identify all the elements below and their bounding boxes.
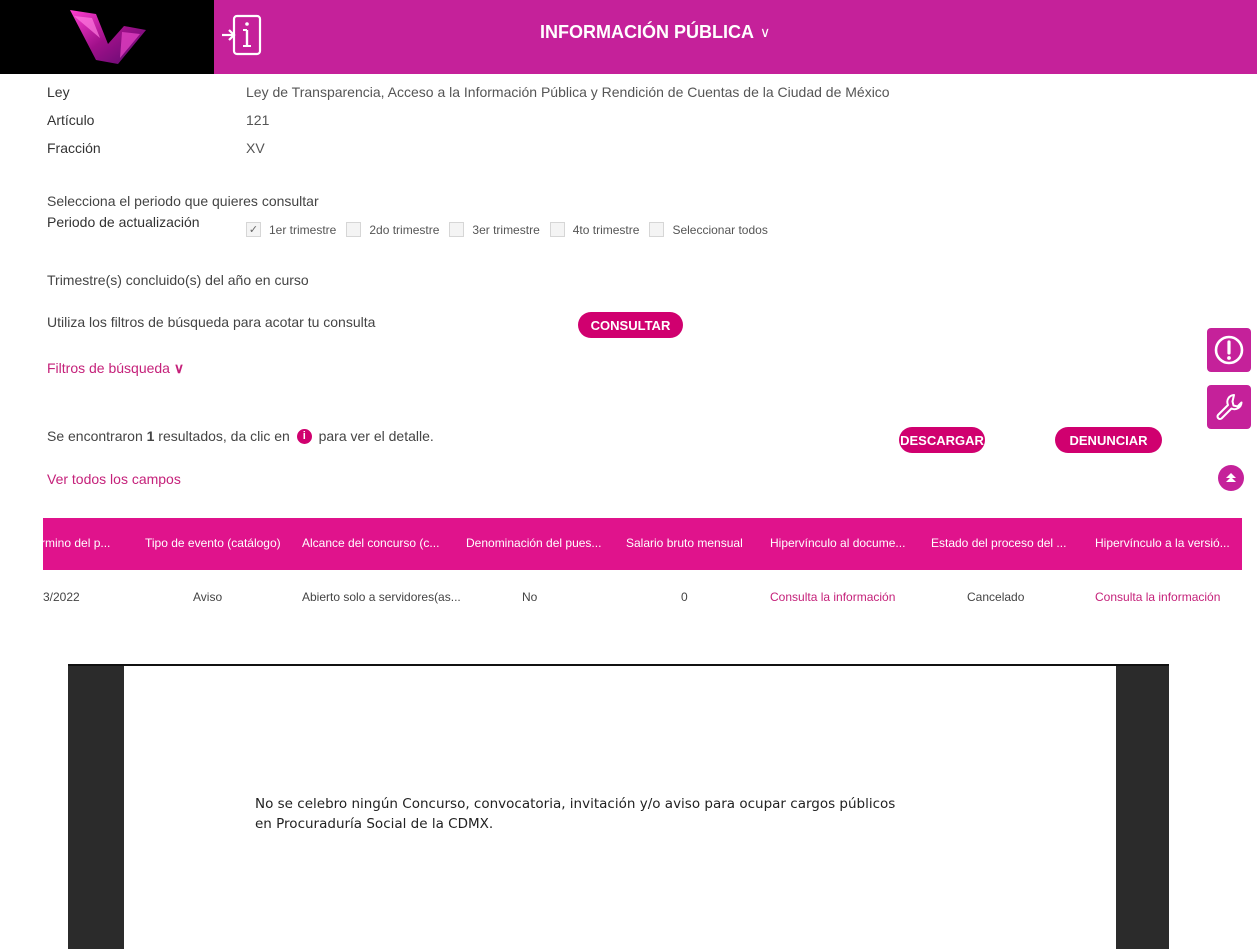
denunciar-button[interactable]: DENUNCIAR [1055,427,1162,453]
checkbox-1er-trimestre[interactable]: ✓ [246,222,261,237]
document-link[interactable]: Consulta la información [770,590,895,604]
exclamation-icon [1214,335,1244,365]
fraccion-label: Fracción [47,140,101,156]
articulo-label: Artículo [47,112,95,128]
version-link[interactable]: Consulta la información [1095,590,1220,604]
results-count: 1 [146,428,155,444]
fraccion-value: XV [246,140,265,156]
column-header[interactable]: Hipervínculo al docume... [770,536,905,550]
document-page: No se celebro ningún Concurso, convocato… [124,666,1116,949]
column-header[interactable]: Hipervínculo a la versió... [1095,536,1230,550]
column-header[interactable]: rmino del p... [43,536,110,550]
wrench-icon [1216,394,1243,420]
arrow-up-icon [1226,473,1236,482]
checkbox-label: Seleccionar todos [672,222,768,237]
period-label: Periodo de actualización [47,214,200,230]
articulo-value: 121 [246,112,270,128]
top-header: INFORMACIÓN PÚBLICA ∨ [0,0,1257,74]
info-circle-icon: i [296,428,312,444]
checkbox-2do-trimestre[interactable] [346,222,362,237]
document-line: en Procuraduría Social de la CDMX. [255,816,494,832]
column-header[interactable]: Estado del proceso del ... [931,536,1066,550]
column-header[interactable]: Salario bruto mensual [626,536,743,550]
document-line: No se celebro ningún Concurso, convocato… [255,796,896,812]
filters-toggle-label: Filtros de búsqueda [47,360,170,376]
table-cell: Abierto solo a servidores(as... [302,590,461,604]
table-cell: 3/2022 [43,590,80,604]
table-cell: No [522,590,538,604]
column-header[interactable]: Tipo de evento (catálogo) [145,536,281,550]
results-suffix: para ver el detalle. [314,428,434,444]
table-cell: 0 [681,590,688,604]
period-prompt: Selecciona el periodo que quieres consul… [47,193,319,209]
login-info-icon[interactable] [220,12,266,60]
document-text: No se celebro ningún Concurso, convocato… [255,794,1015,834]
results-prefix: Se encontraron [47,428,147,444]
results-table-header: rmino del p... Tipo de evento (catálogo)… [43,518,1242,570]
period-note: Trimestre(s) concluido(s) del año en cur… [47,272,309,288]
checkbox-label: 1er trimestre [269,222,337,237]
ley-label: Ley [47,84,70,100]
chevron-down-icon: ∨ [760,24,771,40]
logo-graphic-icon [70,10,146,64]
alert-button[interactable] [1207,328,1251,372]
checkbox-seleccionar-todos[interactable] [649,222,665,237]
ley-value: Ley de Transparencia, Acceso a la Inform… [246,84,890,100]
logo[interactable] [0,0,214,74]
scroll-top-button[interactable] [1218,465,1244,491]
checkbox-4to-trimestre[interactable] [549,222,565,237]
tools-button[interactable] [1207,385,1251,429]
filters-hint: Utiliza los filtros de búsqueda para aco… [47,314,376,330]
checkbox-label: 2do trimestre [369,222,440,237]
header-title-text: INFORMACIÓN PÚBLICA [540,22,754,42]
checkbox-label: 4to trimestre [572,222,640,237]
view-all-fields-link[interactable]: Ver todos los campos [47,471,181,487]
header-menu-title[interactable]: INFORMACIÓN PÚBLICA ∨ [540,22,770,43]
chevron-down-icon: ∨ [173,360,185,376]
results-summary: Se encontraron 1 resultados, da clic en … [47,428,434,444]
descargar-button[interactable]: DESCARGAR [899,427,985,453]
document-viewer[interactable]: No se celebro ningún Concurso, convocato… [68,664,1169,949]
period-checkbox-group: ✓ 1er trimestre 2do trimestre 3er trimes… [246,222,778,237]
table-cell: Aviso [193,590,223,604]
consultar-button[interactable]: CONSULTAR [578,312,683,338]
column-header[interactable]: Denominación del pues... [466,536,601,550]
checkbox-label: 3er trimestre [472,222,540,237]
table-cell: Cancelado [967,590,1025,604]
filters-toggle[interactable]: Filtros de búsqueda ∨ [47,360,184,377]
column-header[interactable]: Alcance del concurso (c... [302,536,439,550]
checkbox-3er-trimestre[interactable] [449,222,465,237]
results-middle: resultados, da clic en [154,428,294,444]
